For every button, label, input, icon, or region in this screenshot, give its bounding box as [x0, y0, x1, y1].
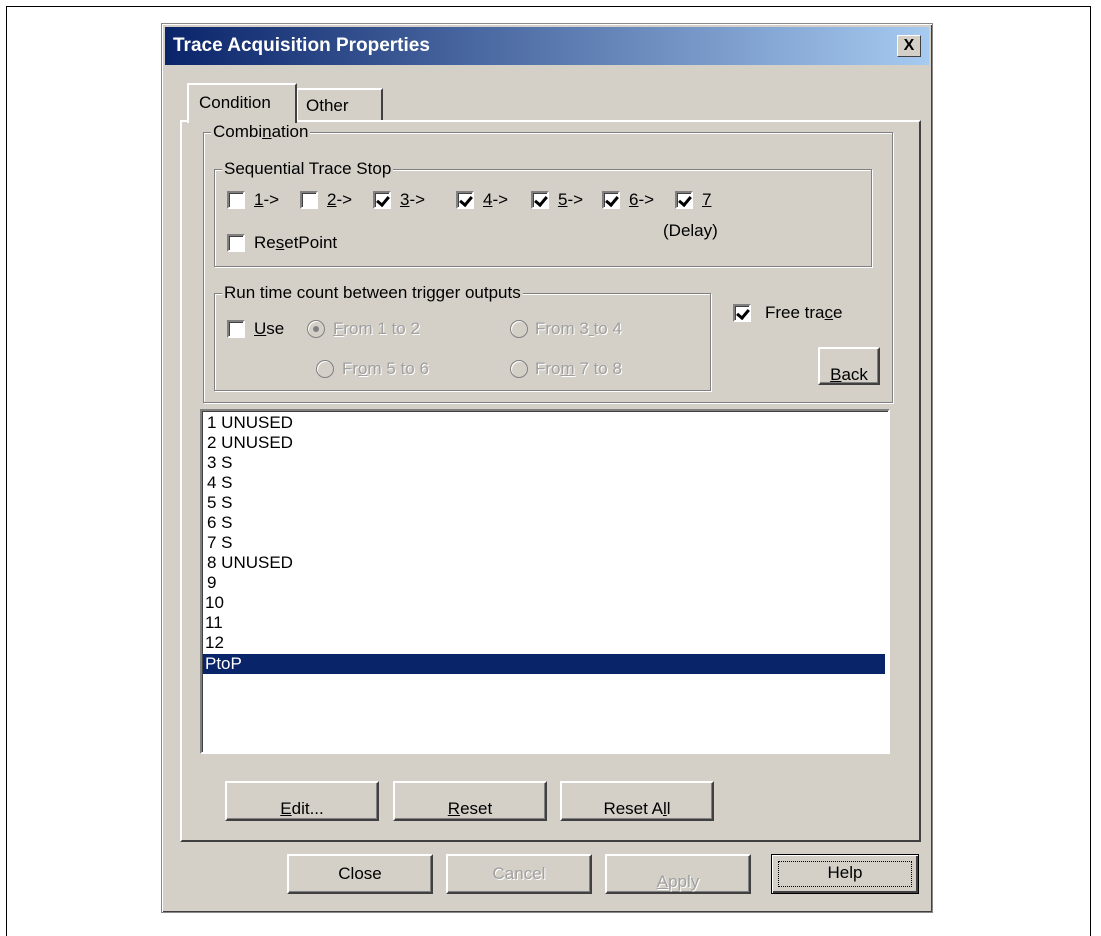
tab-other[interactable]: Other — [297, 88, 383, 121]
delay-label: (Delay) — [663, 221, 718, 240]
from-1-to-2-radio[interactable] — [307, 320, 325, 338]
step-3-checkbox[interactable] — [373, 191, 391, 209]
list-item[interactable]: 9 — [205, 573, 885, 593]
run-time-count-group: Run time count between trigger outputs — [214, 283, 711, 391]
tab-condition[interactable]: Condition — [187, 83, 297, 123]
step-1-checkbox[interactable] — [227, 191, 245, 209]
edit-button-label: Edit... — [280, 799, 324, 818]
cancel-button-label: Cancel — [492, 864, 546, 883]
from-5-to-6-label: From 5 to 6 — [342, 359, 429, 378]
from-7-to-8-label: From 7 to 8 — [535, 359, 622, 378]
list-item[interactable]: 3 S — [205, 453, 885, 473]
close-button-label: Close — [338, 864, 382, 883]
list-item[interactable]: 6 S — [205, 513, 885, 533]
list-item[interactable]: 5 S — [205, 493, 885, 513]
step-4-label: 4-> — [483, 190, 509, 209]
list-item[interactable]: 2 UNUSED — [205, 433, 885, 453]
reset-button[interactable]: Reset — [393, 781, 547, 821]
back-button[interactable]: Back — [818, 347, 880, 385]
step-5-label: 5-> — [558, 190, 584, 209]
step-2-checkbox[interactable] — [300, 191, 318, 209]
use-label: Use — [254, 319, 285, 338]
dialog-title: Trace Acquisition Properties — [173, 35, 430, 56]
tab-condition-label: Condition — [199, 93, 271, 112]
step-7-checkbox[interactable] — [675, 191, 693, 209]
help-button[interactable]: Help — [771, 854, 919, 894]
step-6-label: 6-> — [629, 190, 655, 209]
reset-button-label: Reset — [447, 799, 493, 818]
list-item[interactable]: 11 — [203, 613, 885, 633]
combination-label: Combination — [211, 122, 311, 142]
close-icon[interactable]: X — [897, 35, 921, 57]
list-item[interactable]: 10 — [203, 593, 885, 613]
reset-all-button[interactable]: Reset All — [560, 781, 714, 821]
step-2-label: 2-> — [327, 190, 353, 209]
tab-other-label: Other — [306, 96, 349, 115]
from-3-to-4-radio[interactable] — [510, 320, 528, 338]
reset-point-checkbox[interactable] — [227, 234, 245, 252]
list-item[interactable]: 1 UNUSED — [205, 413, 885, 433]
from-7-to-8-radio[interactable] — [510, 360, 528, 378]
help-button-label: Help — [827, 863, 863, 882]
reset-all-button-label: Reset All — [603, 799, 671, 818]
list-item-selected[interactable]: PtoP — [203, 654, 885, 674]
close-button[interactable]: Close — [287, 854, 433, 894]
step-4-checkbox[interactable] — [456, 191, 474, 209]
from-5-to-6-radio[interactable] — [316, 360, 334, 378]
from-1-to-2-label: From 1 to 2 — [333, 319, 420, 338]
step-5-checkbox[interactable] — [531, 191, 549, 209]
apply-button[interactable]: Apply — [605, 854, 751, 894]
free-trace-label: Free trace — [765, 303, 843, 322]
edit-button[interactable]: Edit... — [225, 781, 379, 821]
step-1-label: 1-> — [254, 190, 280, 209]
free-trace-checkbox[interactable] — [733, 304, 751, 322]
step-6-checkbox[interactable] — [602, 191, 620, 209]
from-3-to-4-label: From 3 to 4 — [535, 319, 622, 338]
step-3-label: 3-> — [400, 190, 426, 209]
reset-point-label: ResetPoint — [254, 233, 338, 252]
list-item[interactable]: 7 S — [205, 533, 885, 553]
apply-button-label: Apply — [656, 872, 700, 891]
list-item[interactable]: 12 — [203, 633, 885, 653]
sequential-trace-stop-label: Sequential Trace Stop — [222, 159, 394, 179]
list-item[interactable]: 4 S — [205, 473, 885, 493]
step-7-label: 7 — [702, 190, 712, 209]
trace-acquisition-dialog: Trace Acquisition Properties X Condition… — [161, 23, 933, 913]
run-time-count-label: Run time count between trigger outputs — [222, 283, 523, 303]
title-bar[interactable]: Trace Acquisition Properties X — [165, 27, 929, 65]
use-checkbox[interactable] — [227, 320, 245, 338]
back-button-label: Back — [830, 365, 868, 384]
cancel-button[interactable]: Cancel — [446, 854, 592, 894]
condition-list[interactable]: 1 UNUSED 2 UNUSED 3 S 4 S 5 S 6 S 7 S 8 … — [200, 409, 890, 754]
list-item[interactable]: 8 UNUSED — [205, 553, 885, 573]
